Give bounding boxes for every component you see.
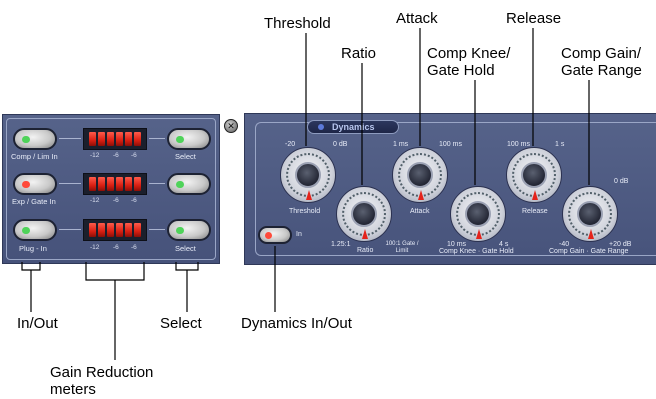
exp-gate-in-label: Exp / Gate In bbox=[12, 197, 56, 206]
ratio-min-label: 1.25:1 bbox=[331, 241, 351, 248]
gain-reduction-meter-comp bbox=[83, 128, 147, 150]
callout-select: Select bbox=[160, 315, 202, 332]
select-led-plugin bbox=[176, 227, 184, 234]
meter-tick: -6 bbox=[131, 152, 137, 159]
meter-tick: -12 bbox=[90, 152, 100, 159]
dynamics-panel: Dynamics -20 0 dB Threshold 1 ms 100 ms … bbox=[244, 113, 656, 265]
dynamics-tab-icon bbox=[318, 124, 324, 130]
dynamics-in-out-led bbox=[265, 232, 272, 239]
comp-lim-in-label: Comp / Lim In bbox=[11, 152, 58, 161]
threshold-knob[interactable] bbox=[280, 147, 336, 203]
meter-tick: -12 bbox=[90, 197, 100, 204]
connector-line bbox=[59, 229, 81, 230]
meter-tick: -6 bbox=[113, 244, 119, 251]
exp-gate-in-button[interactable] bbox=[13, 173, 57, 195]
select-button-comp[interactable] bbox=[167, 128, 211, 150]
gain-min-label: -40 bbox=[559, 241, 570, 248]
connector-line bbox=[59, 183, 81, 184]
close-icon[interactable]: ✕ bbox=[224, 119, 238, 133]
comp-lim-row: Comp / Lim In -12 -6 -6 Select bbox=[3, 125, 215, 171]
plug-in-button[interactable] bbox=[13, 219, 57, 241]
knee-max-label: 4 s bbox=[499, 241, 509, 248]
comp-lim-in-led bbox=[22, 136, 30, 143]
callout-dynamics-in-out: Dynamics In/Out bbox=[241, 315, 352, 332]
callout-attack: Attack bbox=[396, 10, 438, 27]
gain-reduction-leader bbox=[85, 262, 145, 360]
threshold-max-label: 0 dB bbox=[333, 141, 348, 148]
gain-top-label: 0 dB bbox=[614, 178, 629, 185]
gain-label: Comp Gain · Gate Range bbox=[549, 248, 629, 255]
callout-gain-reduction: Gain Reduction meters bbox=[50, 364, 154, 398]
ratio-knob[interactable] bbox=[336, 186, 392, 242]
release-knob[interactable] bbox=[506, 147, 562, 203]
ratio-label: Ratio bbox=[357, 247, 374, 254]
exp-gate-row: Exp / Gate In -12 -6 -6 bbox=[3, 170, 215, 216]
attack-min-label: 1 ms bbox=[393, 141, 409, 148]
select-label-comp: Select bbox=[175, 152, 196, 161]
connector-line bbox=[149, 138, 165, 139]
dynamics-tab: Dynamics bbox=[307, 120, 399, 134]
callout-comp-knee: Comp Knee/ Gate Hold bbox=[427, 45, 511, 79]
threshold-label: Threshold bbox=[289, 208, 321, 215]
select-button-plugin[interactable] bbox=[167, 219, 211, 241]
callout-comp-gain: Comp Gain/ Gate Range bbox=[561, 45, 642, 79]
exp-gate-in-led bbox=[22, 181, 30, 188]
connector-line bbox=[59, 138, 81, 139]
ratio-max-label: 100:1 Gate / Limit bbox=[385, 241, 419, 254]
plug-in-label: Plug - In bbox=[19, 244, 47, 253]
comp-knee-gate-hold-knob[interactable] bbox=[450, 186, 506, 242]
knee-min-label: 10 ms bbox=[447, 241, 467, 248]
callout-in-out: In/Out bbox=[17, 315, 58, 332]
select-leader bbox=[175, 262, 199, 312]
meter-tick: -12 bbox=[90, 244, 100, 251]
attack-max-label: 100 ms bbox=[439, 141, 462, 148]
select-led-gate bbox=[176, 181, 184, 188]
connector-line bbox=[149, 229, 165, 230]
select-button-gate[interactable] bbox=[167, 173, 211, 195]
release-label: Release bbox=[522, 208, 548, 215]
callout-threshold: Threshold bbox=[264, 15, 331, 32]
release-max-label: 1 s bbox=[555, 141, 565, 148]
gain-max-label: +20 dB bbox=[609, 241, 632, 248]
plug-in-row: Plug - In -12 -6 -6 Select bbox=[3, 216, 215, 262]
plug-in-led bbox=[22, 227, 30, 234]
meter-tick: -6 bbox=[131, 244, 137, 251]
select-label-plugin: Select bbox=[175, 244, 196, 253]
dynamics-title: Dynamics bbox=[332, 122, 375, 132]
meter-tick: -6 bbox=[131, 197, 137, 204]
meter-tick: -6 bbox=[113, 152, 119, 159]
channel-strip-panel: Comp / Lim In -12 -6 -6 Select Exp / Gat… bbox=[2, 114, 220, 264]
comp-lim-in-button[interactable] bbox=[13, 128, 57, 150]
dynamics-in-out-label: In bbox=[296, 231, 302, 238]
attack-label: Attack bbox=[410, 208, 430, 215]
dynamics-in-out-button[interactable] bbox=[258, 226, 292, 244]
callout-ratio: Ratio bbox=[341, 45, 377, 62]
gain-reduction-meter-plugin bbox=[83, 219, 147, 241]
threshold-min-label: -20 bbox=[285, 141, 296, 148]
callout-release: Release bbox=[506, 10, 562, 27]
meter-tick: -6 bbox=[113, 197, 119, 204]
attack-knob[interactable] bbox=[392, 147, 448, 203]
in-out-leader bbox=[21, 262, 41, 312]
select-led-comp bbox=[176, 136, 184, 143]
knee-label: Comp Knee · Gate Hold bbox=[439, 248, 514, 255]
connector-line bbox=[149, 183, 165, 184]
gain-reduction-meter-gate bbox=[83, 173, 147, 195]
comp-gain-gate-range-knob[interactable] bbox=[562, 186, 618, 242]
